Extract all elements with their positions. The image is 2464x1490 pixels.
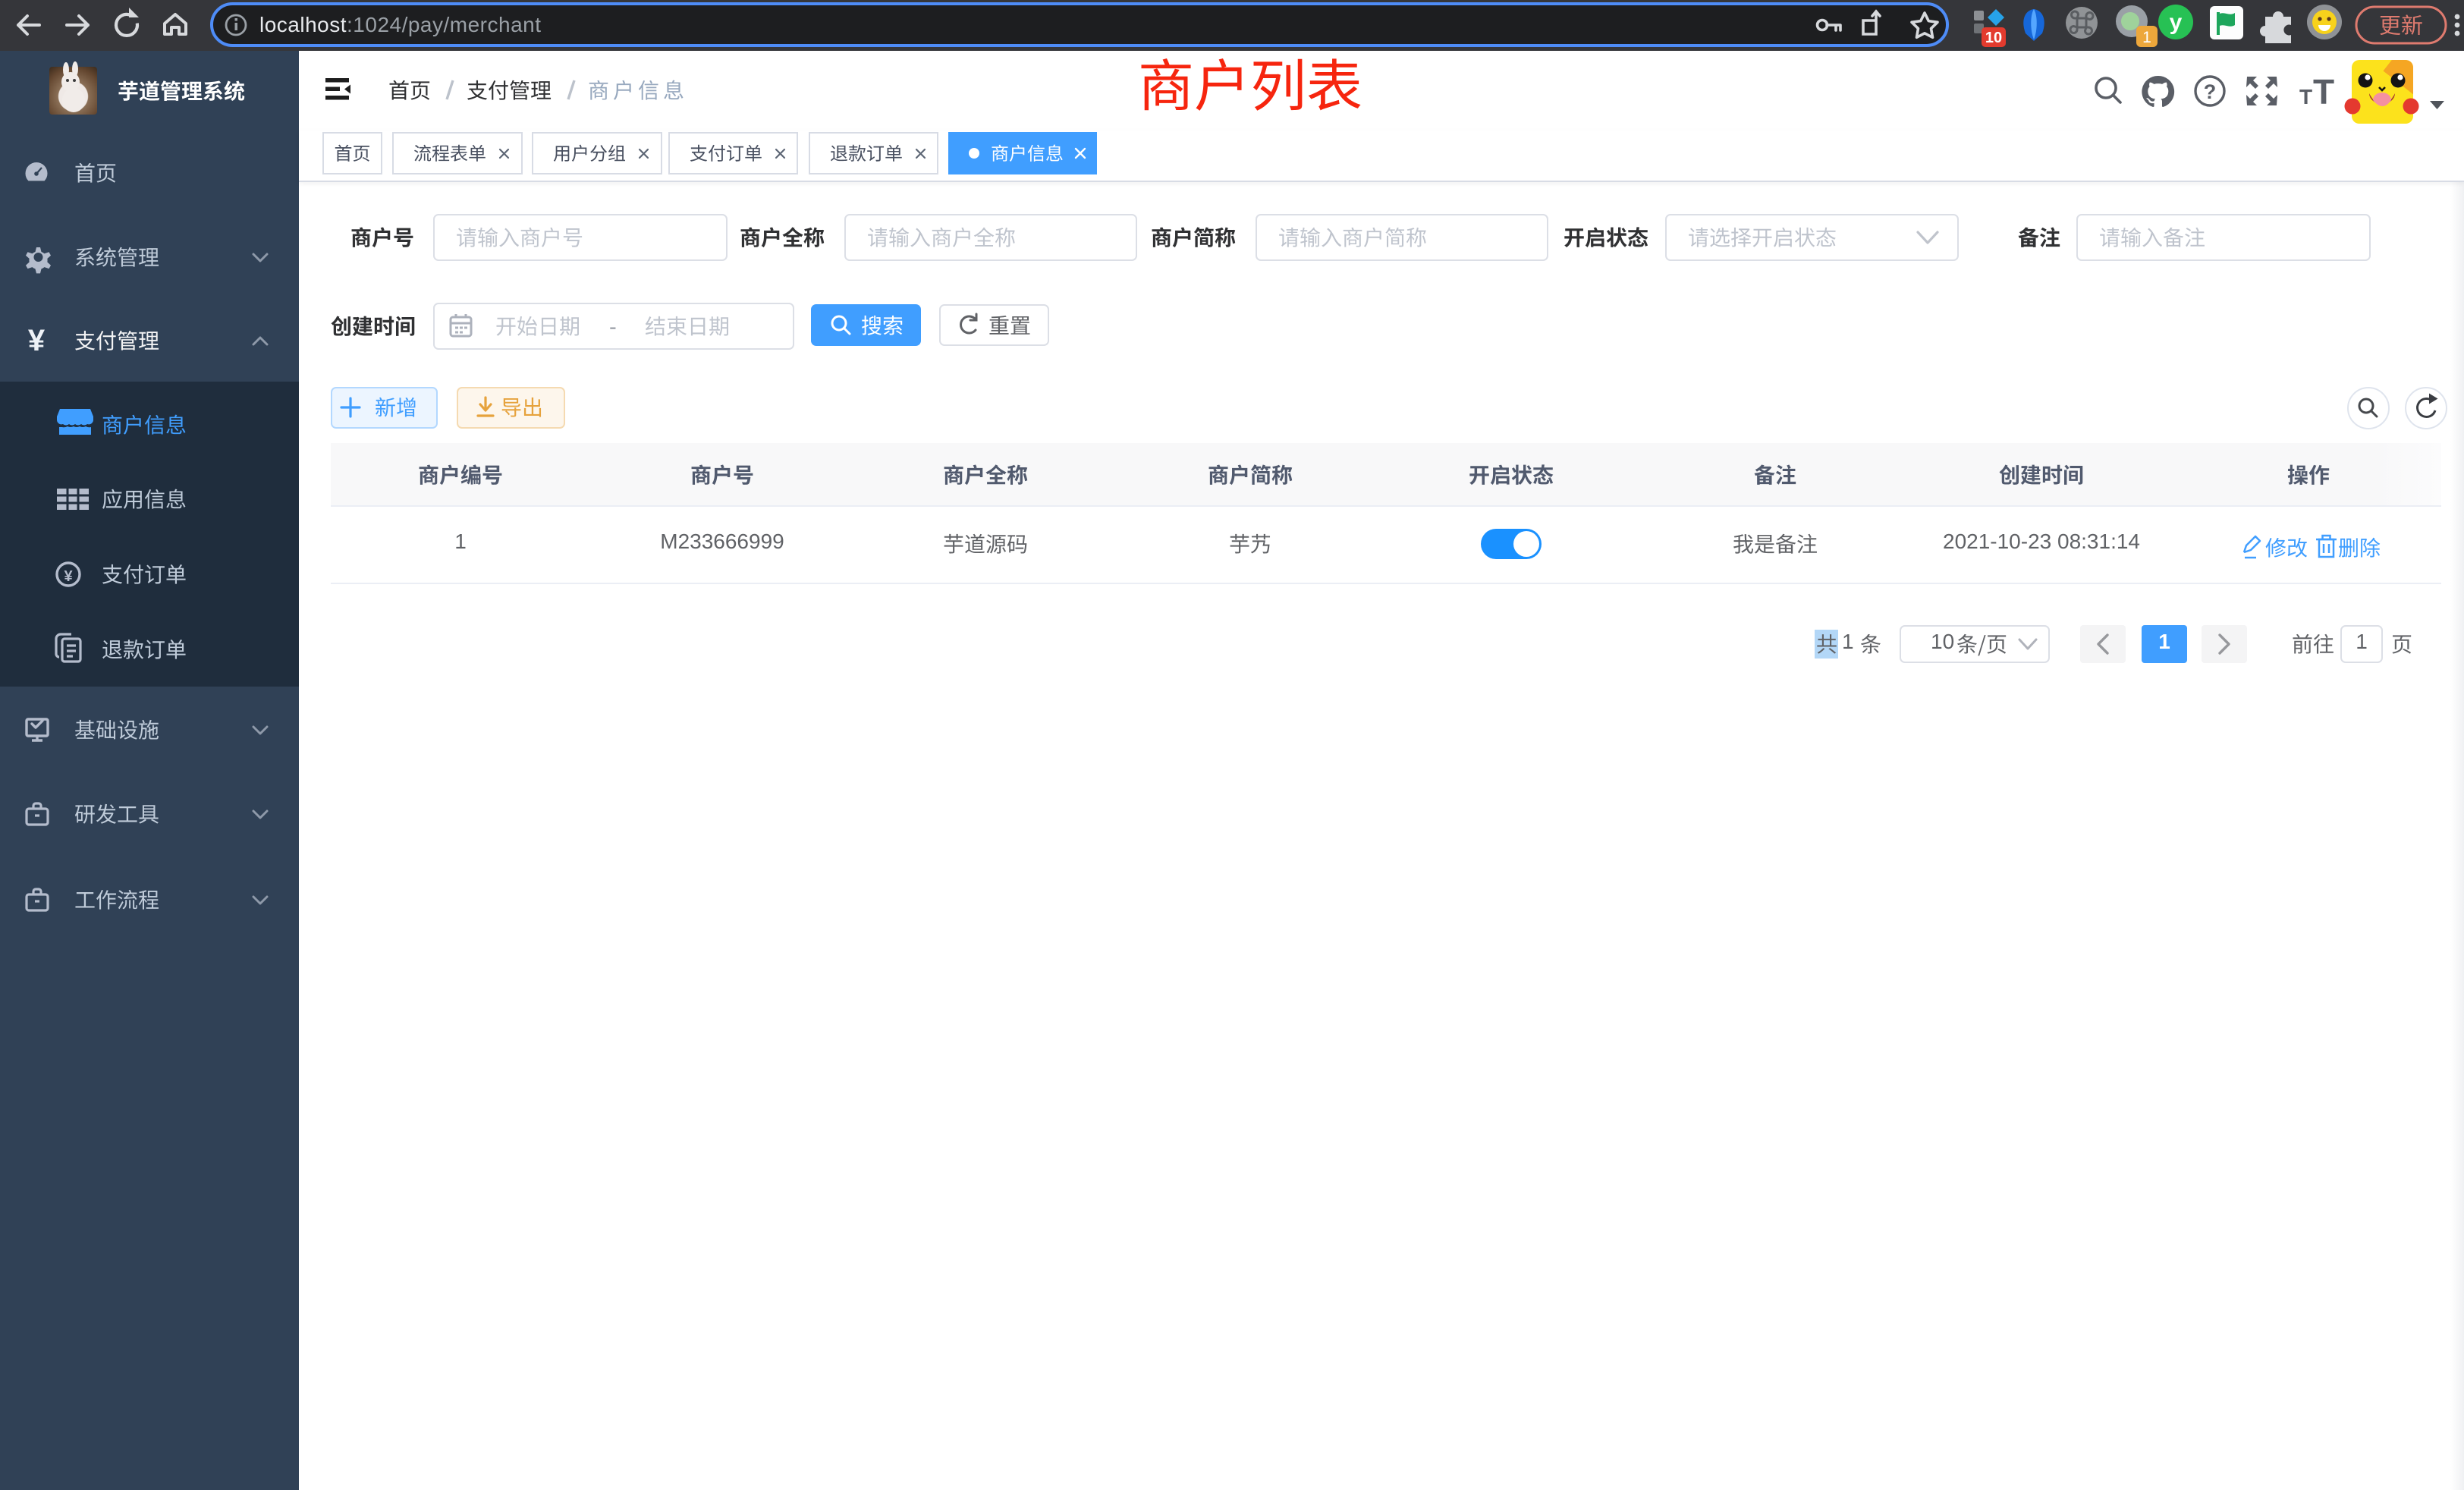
svg-text:¥: ¥ — [64, 568, 73, 585]
svg-text:10: 10 — [1985, 30, 2002, 46]
svg-text:1: 1 — [2142, 29, 2151, 46]
svg-text:?: ? — [2204, 80, 2217, 103]
svg-text:y: y — [2170, 10, 2183, 35]
svg-text:¥: ¥ — [28, 324, 46, 357]
svg-text:T: T — [2299, 85, 2312, 108]
svg-text:T: T — [2313, 72, 2334, 112]
